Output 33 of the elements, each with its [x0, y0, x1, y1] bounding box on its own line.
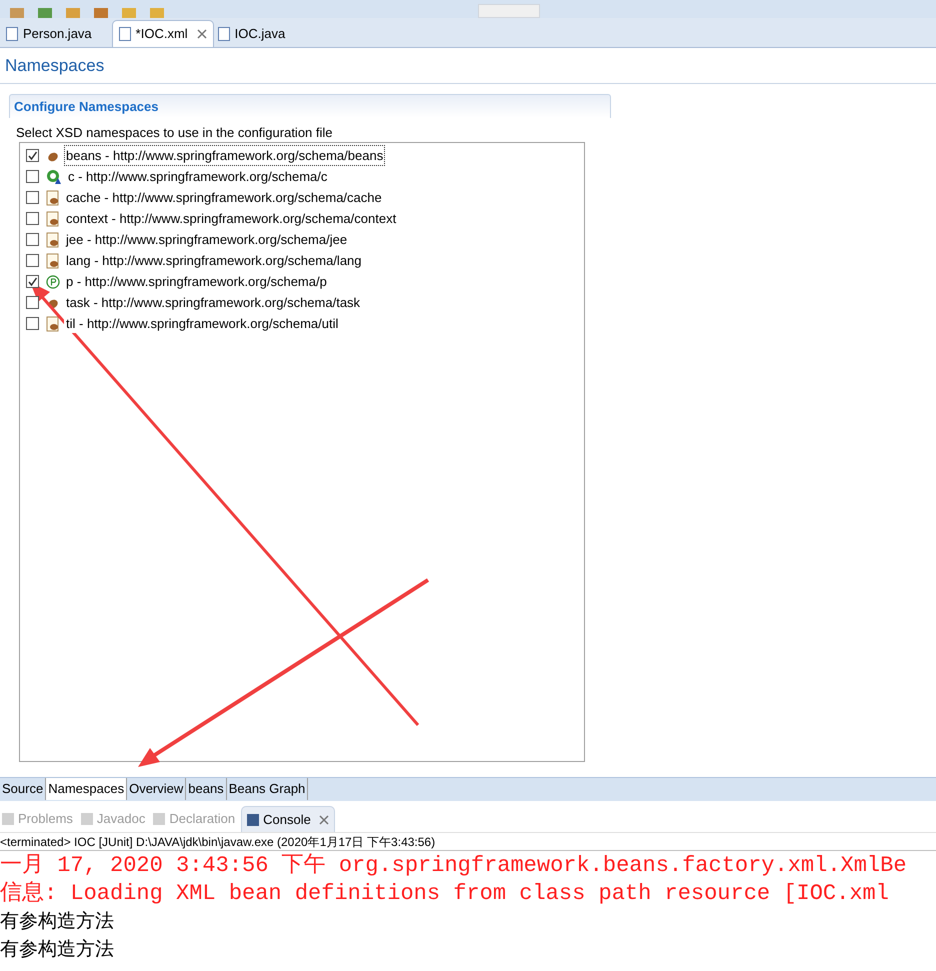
checkbox[interactable] — [26, 275, 39, 288]
circled-p-icon — [46, 274, 60, 288]
close-icon[interactable] — [196, 29, 207, 39]
console-line: 一月 17, 2020 3:43:56 下午 org.springframework.beans.factory.xml.XmlBe — [0, 852, 908, 880]
page-title: Namespaces — [0, 48, 936, 84]
file-icon — [218, 26, 230, 40]
dropdown-field[interactable] — [478, 4, 540, 18]
section-description: Select XSD namespaces to use in the configuration file — [15, 124, 334, 142]
checkbox[interactable] — [26, 317, 39, 330]
console-line: 有参构造方法 — [0, 910, 115, 934]
editor-tab[interactable]: IOC.java — [214, 20, 306, 47]
editor-tab[interactable]: *IOC.xml — [112, 20, 214, 47]
section-title: Configure Namespaces — [14, 98, 158, 116]
file-icon — [118, 27, 131, 41]
checkbox[interactable] — [26, 170, 39, 183]
checkbox[interactable] — [26, 212, 39, 225]
checkbox[interactable] — [26, 191, 39, 204]
editor-tab[interactable]: Person.java — [2, 20, 112, 47]
file-icon — [6, 26, 18, 40]
console-line: 有参构造方法 — [0, 938, 115, 962]
namespace-label: beans - http://www.springframework.org/schema/beans — [64, 144, 386, 166]
console-line: 信息: Loading XML bean definitions from class path resource [IOC.xml — [0, 880, 890, 908]
editor-page-tab[interactable]: Beans Graph — [226, 778, 308, 800]
checkbox[interactable] — [26, 149, 39, 162]
close-icon[interactable] — [318, 814, 329, 824]
checkbox[interactable] — [26, 296, 39, 309]
console-status: <terminated> IOC [JUnit] D:\JAVA\jdk\bin\javaw.exe (2020年1月17日 下午3:43:56) — [0, 833, 936, 851]
editor-page-tab[interactable]: Overview — [127, 778, 186, 800]
view-tab[interactable]: Console — [241, 806, 335, 832]
checkbox[interactable] — [26, 233, 39, 246]
checkbox[interactable] — [26, 254, 39, 267]
editor-page-tab[interactable]: beans — [186, 778, 227, 800]
editor-page-tab[interactable]: Namespaces — [46, 778, 128, 800]
